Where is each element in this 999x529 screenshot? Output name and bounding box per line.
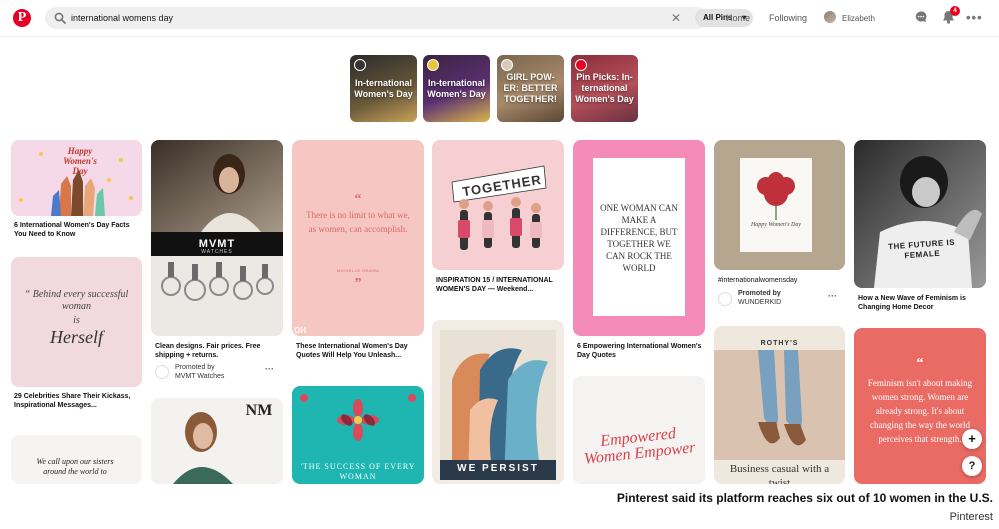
flower-card-photo bbox=[714, 140, 845, 270]
pin-quote-text: We call upon our sisters around the worl… bbox=[36, 457, 114, 476]
search-bar: ✕ All Pins ▾ bbox=[45, 7, 753, 29]
story-tile-4[interactable]: Pin Picks: In-ternational Women's Day bbox=[571, 55, 638, 122]
quote-author: MICHELLE OBAMA bbox=[336, 268, 380, 273]
pinterest-logo-icon bbox=[575, 59, 587, 71]
pin-caption[interactable]: How a New Wave of Feminism is Changing H… bbox=[858, 294, 983, 312]
shoes-photo bbox=[714, 350, 845, 460]
nav-following-link[interactable]: Following bbox=[769, 13, 807, 23]
top-bar: P ✕ All Pins ▾ Home Following Elizabeth … bbox=[0, 0, 999, 37]
story-label: Pin Picks: In-ternational Women's Day bbox=[575, 72, 634, 104]
avatar[interactable] bbox=[824, 11, 836, 23]
pin-together-inspiration[interactable]: TOGETHER bbox=[432, 140, 564, 270]
story-label: In-ternational Women's Day bbox=[354, 77, 413, 99]
pin-quote-text-is: is bbox=[73, 315, 80, 326]
pin-success-of-every-woman[interactable]: 'THE SUCCESS OF EVERY WOMAN bbox=[292, 386, 424, 484]
clear-search-icon[interactable]: ✕ bbox=[671, 10, 681, 26]
pin-one-woman-quote[interactable]: ONE WOMAN CAN MAKE A DIFFERENCE, BUT TOG… bbox=[573, 140, 705, 336]
pin-caption[interactable]: 6 International Women's Day Facts You Ne… bbox=[14, 221, 139, 239]
story-avatar-icon bbox=[427, 59, 439, 71]
quote-mark-icon: “ bbox=[916, 356, 924, 371]
pin-script-text: Empowered Women Empower bbox=[583, 425, 697, 468]
brand-logo-text: ROTHY'S bbox=[760, 340, 799, 347]
pinterest-logo[interactable]: P bbox=[13, 9, 31, 27]
pin-womens-day-card[interactable]: Happy Women's Day bbox=[714, 140, 845, 270]
pin-quote-text: There is no limit to what we, as women, … bbox=[306, 210, 410, 234]
pin-rothys-shoes[interactable]: ROTHY'S Business casual with a twist bbox=[714, 326, 845, 484]
story-label: GIRL POW-ER: BETTER TOGETHER! bbox=[503, 72, 558, 104]
pin-quote-script: Herself bbox=[50, 327, 103, 347]
pin-caption[interactable]: Clean designs. Fair prices. Free shippin… bbox=[155, 342, 280, 360]
persist-text: WE PERSIST bbox=[457, 463, 539, 474]
pin-caption[interactable]: #internationalwomensday bbox=[718, 276, 843, 285]
search-input[interactable] bbox=[71, 7, 641, 29]
pin-caption[interactable]: 29 Celebrities Share Their Kickass, Insp… bbox=[14, 392, 139, 410]
brand-logo-subtext: WATCHES bbox=[201, 249, 233, 255]
pin-empowered-women[interactable]: Empowered Women Empower bbox=[573, 376, 705, 484]
pin-future-is-female[interactable]: THE FUTURE IS FEMALE bbox=[854, 140, 986, 288]
add-button-plus-icon[interactable]: + bbox=[962, 429, 982, 449]
promoted-by-label: Promoted by bbox=[175, 364, 215, 371]
pin-caption[interactable]: These International Women's Day Quotes W… bbox=[296, 342, 421, 360]
promoted-by-label: Promoted by bbox=[738, 290, 781, 297]
messages-icon[interactable] bbox=[913, 10, 929, 26]
pin-more-options-icon[interactable]: ··· bbox=[265, 364, 274, 374]
advertiser-avatar[interactable] bbox=[718, 292, 732, 306]
story-label: In-ternational Women's Day bbox=[427, 77, 486, 99]
women-holding-banner-illustration bbox=[451, 165, 547, 250]
story-tile-2[interactable]: In-ternational Women's Day bbox=[423, 55, 490, 122]
notification-count-badge: 4 bbox=[950, 6, 960, 16]
nav-home-link[interactable]: Home bbox=[726, 13, 750, 23]
promoted-by-name[interactable]: MVMT Watches bbox=[175, 373, 224, 381]
pin-we-persist[interactable]: WE PERSIST bbox=[432, 320, 564, 484]
quote-mark-icon: “ bbox=[354, 192, 362, 207]
advertiser-avatar[interactable] bbox=[155, 365, 169, 379]
pin-caption[interactable]: 6 Empowering International Women's Day Q… bbox=[577, 342, 702, 360]
women-profiles-illustration bbox=[440, 330, 556, 480]
pin-sisters-quote[interactable]: We call upon our sisters around the worl… bbox=[11, 435, 142, 484]
search-icon bbox=[54, 12, 66, 24]
pin-quote-text: ONE WOMAN CAN MAKE A DIFFERENCE, BUT TOG… bbox=[600, 203, 678, 273]
image-credit: Pinterest bbox=[949, 511, 993, 523]
profile-link[interactable]: Elizabeth bbox=[842, 14, 875, 23]
pin-corner-text: OH bbox=[294, 326, 306, 335]
pin-art-text: Happy Women's Day bbox=[63, 146, 97, 176]
pin-behind-every-woman[interactable]: “ Behind every successful woman is Herse… bbox=[11, 257, 142, 387]
nm-logo-text: NM bbox=[245, 402, 273, 419]
help-button-question-icon[interactable]: ? bbox=[962, 456, 982, 476]
pin-caption[interactable]: INSPIRATION 15 / INTERNATIONAL WOMEN'S D… bbox=[436, 276, 561, 294]
story-tile-3[interactable]: GIRL POW-ER: BETTER TOGETHER! bbox=[497, 55, 564, 122]
more-options-icon[interactable]: ••• bbox=[966, 10, 982, 26]
pin-quote-text: Feminism isn't about making women strong… bbox=[867, 378, 973, 444]
ad-headline: Business casual with a twist bbox=[729, 463, 830, 484]
story-avatar-icon bbox=[501, 59, 513, 71]
image-caption: Pinterest said its platform reaches six … bbox=[616, 491, 993, 505]
pin-nm-fashion[interactable]: NM bbox=[151, 398, 283, 484]
pin-quote-text: 'THE SUCCESS OF EVERY WOMAN bbox=[300, 462, 416, 481]
pin-michelle-obama-quote[interactable]: “ There is no limit to what we, as women… bbox=[292, 140, 424, 336]
pin-more-options-icon[interactable]: ··· bbox=[828, 291, 837, 301]
pin-happy-womens-day[interactable]: Happy Women's Day bbox=[11, 140, 142, 216]
story-avatar-icon bbox=[354, 59, 366, 71]
pin-quote-text: “ Behind every successful woman bbox=[24, 289, 129, 312]
girl-tshirt-photo bbox=[854, 140, 986, 288]
promoted-by-name[interactable]: WUNDERKID bbox=[738, 299, 781, 307]
quote-mark-icon: ” bbox=[354, 276, 362, 291]
story-tile-1[interactable]: In-ternational Women's Day bbox=[350, 55, 417, 122]
pin-mvmt-watches[interactable]: MVMT WATCHES bbox=[151, 140, 283, 336]
card-text: Happy Women's Day bbox=[750, 222, 802, 228]
